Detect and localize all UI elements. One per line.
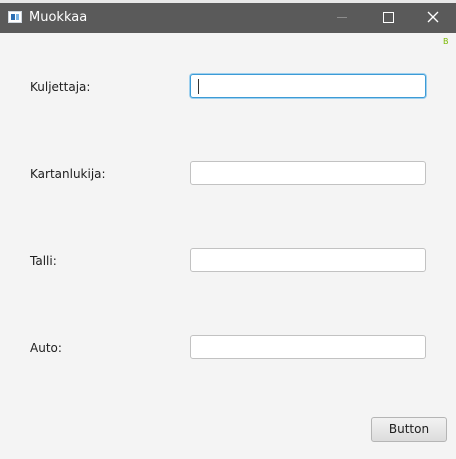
window-title: Muokkaa	[29, 10, 88, 25]
kartanlukija-input[interactable]	[190, 161, 426, 185]
submit-button[interactable]: Button	[371, 417, 447, 442]
kartanlukija-label: Kartanlukija:	[30, 167, 106, 181]
minimize-button[interactable]	[319, 3, 365, 33]
talli-label: Talli:	[30, 254, 57, 268]
maximize-button[interactable]	[365, 3, 411, 33]
kuljettaja-input[interactable]	[190, 74, 426, 98]
close-button[interactable]	[410, 3, 456, 33]
talli-input[interactable]	[190, 248, 426, 272]
kuljettaja-label: Kuljettaja:	[30, 80, 91, 94]
title-bar[interactable]: Muokkaa	[0, 3, 456, 33]
auto-input[interactable]	[190, 335, 426, 359]
app-window-icon	[8, 11, 22, 23]
close-icon	[427, 11, 439, 23]
text-caret	[198, 79, 199, 94]
minimize-icon	[337, 17, 347, 18]
auto-label: Auto:	[30, 341, 62, 355]
corner-mark: B	[443, 37, 449, 46]
maximize-icon	[383, 12, 394, 23]
